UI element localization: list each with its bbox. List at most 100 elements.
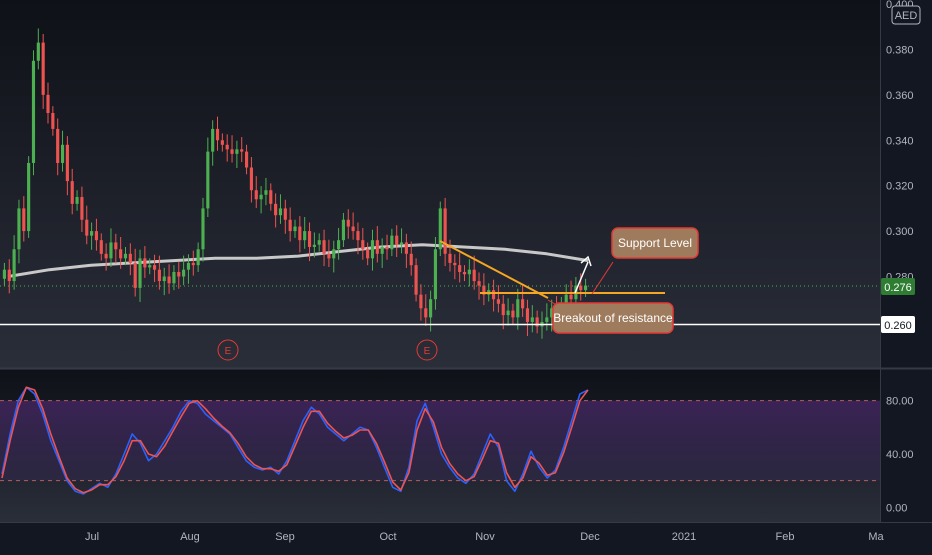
candle-body xyxy=(85,219,89,236)
candle-body xyxy=(119,249,123,259)
candle-body xyxy=(215,128,220,141)
candle-body xyxy=(65,144,69,182)
candle-body xyxy=(17,208,21,250)
candle-body xyxy=(75,197,79,204)
candle-body xyxy=(448,253,452,263)
candle-body xyxy=(196,249,200,266)
candle-body xyxy=(114,242,118,250)
candle-body xyxy=(312,244,316,247)
candle-body xyxy=(361,240,365,250)
candle-body xyxy=(201,208,205,250)
price-tick-label: 0.380 xyxy=(886,44,914,56)
candle-body xyxy=(496,299,500,304)
candle-body xyxy=(467,269,471,275)
candle-body xyxy=(399,242,404,245)
candle-body xyxy=(303,231,307,241)
oscillator-tick-label: 0.00 xyxy=(886,502,907,514)
candle-body xyxy=(458,265,462,272)
candle-body xyxy=(327,253,331,259)
candle-body xyxy=(254,190,258,200)
chart-container[interactable]: Support Level Breakout of resistance E E… xyxy=(0,0,932,550)
time-tick-label: Sep xyxy=(275,531,295,543)
candle-body xyxy=(462,271,467,275)
candle-body xyxy=(56,128,60,163)
breakout-label: Breakout of resistance xyxy=(553,311,673,325)
candle-body xyxy=(128,253,132,263)
candle-body xyxy=(12,249,16,282)
candle-body xyxy=(472,269,476,282)
candle-body xyxy=(70,181,74,204)
candle-body xyxy=(404,242,408,254)
candle-body xyxy=(283,208,287,220)
candle-body xyxy=(264,190,268,195)
candle-body xyxy=(60,144,65,163)
candle-body xyxy=(31,60,36,163)
candle-body xyxy=(191,262,195,266)
candle-body xyxy=(322,240,326,254)
candle-body xyxy=(545,317,549,322)
candle-body xyxy=(380,246,384,254)
candle-body xyxy=(148,265,152,268)
candle-body xyxy=(230,149,234,154)
candle-body xyxy=(211,128,215,152)
candle-body xyxy=(443,208,447,254)
time-tick-label: Aug xyxy=(180,531,200,543)
candle-body xyxy=(143,258,147,268)
candle-body xyxy=(356,231,360,241)
candle-body xyxy=(269,190,273,204)
candle-body xyxy=(521,299,525,309)
time-axis[interactable]: Jul Aug Sep Oct Nov Dec 2021 Feb Ma xyxy=(85,531,885,543)
candle-body xyxy=(123,253,128,259)
candle-body xyxy=(7,269,11,282)
earnings-marker-oct-label: E xyxy=(424,346,431,357)
price-tick-label: 0.300 xyxy=(886,226,914,238)
candle-body xyxy=(293,226,297,232)
candle-body xyxy=(278,208,283,216)
oscillator-tick-label: 40.00 xyxy=(886,449,914,461)
candle-body xyxy=(569,294,573,300)
candle-body xyxy=(225,144,229,150)
candle-body xyxy=(99,240,103,254)
candle-body xyxy=(332,249,336,259)
candle-body xyxy=(51,113,55,129)
candle-body xyxy=(409,253,413,266)
candle-body xyxy=(259,194,263,200)
candle-body xyxy=(41,42,45,95)
candle-body xyxy=(477,281,481,286)
candle-body xyxy=(182,269,186,277)
candle-body xyxy=(177,271,181,277)
candle-body xyxy=(337,240,341,250)
candle-body xyxy=(530,317,534,322)
price-tick-label: 0.360 xyxy=(886,90,914,102)
candle-body xyxy=(317,240,321,245)
time-tick-label: Nov xyxy=(475,531,495,543)
candle-body xyxy=(249,167,253,191)
time-tick-label: Jul xyxy=(85,531,99,543)
candle-body xyxy=(244,151,249,168)
candle-body xyxy=(506,310,510,316)
oscillator-tick-label: 80.00 xyxy=(886,396,914,408)
candle-body xyxy=(157,269,161,282)
candle-body xyxy=(438,208,442,250)
candle-body xyxy=(90,231,94,236)
price-chart[interactable]: Support Level Breakout of resistance E E… xyxy=(0,0,932,550)
candle-body xyxy=(22,208,26,232)
candle-body xyxy=(138,258,142,288)
candle-body xyxy=(152,265,157,270)
candle-body xyxy=(167,276,171,284)
candle-body xyxy=(240,149,244,152)
candle-body xyxy=(206,151,210,209)
time-tick-label: Dec xyxy=(580,531,600,543)
candle-body xyxy=(341,219,346,241)
candle-body xyxy=(133,262,137,288)
candle-body xyxy=(516,299,520,318)
candle-body xyxy=(366,249,370,259)
candle-body xyxy=(375,240,379,254)
candle-body xyxy=(385,246,389,250)
currency-badge-label: AED xyxy=(895,10,918,22)
candle-body xyxy=(36,42,40,61)
candle-body xyxy=(2,269,6,279)
candle-body xyxy=(351,226,355,232)
earnings-marker-aug-label: E xyxy=(225,346,232,357)
candle-body xyxy=(370,240,375,259)
